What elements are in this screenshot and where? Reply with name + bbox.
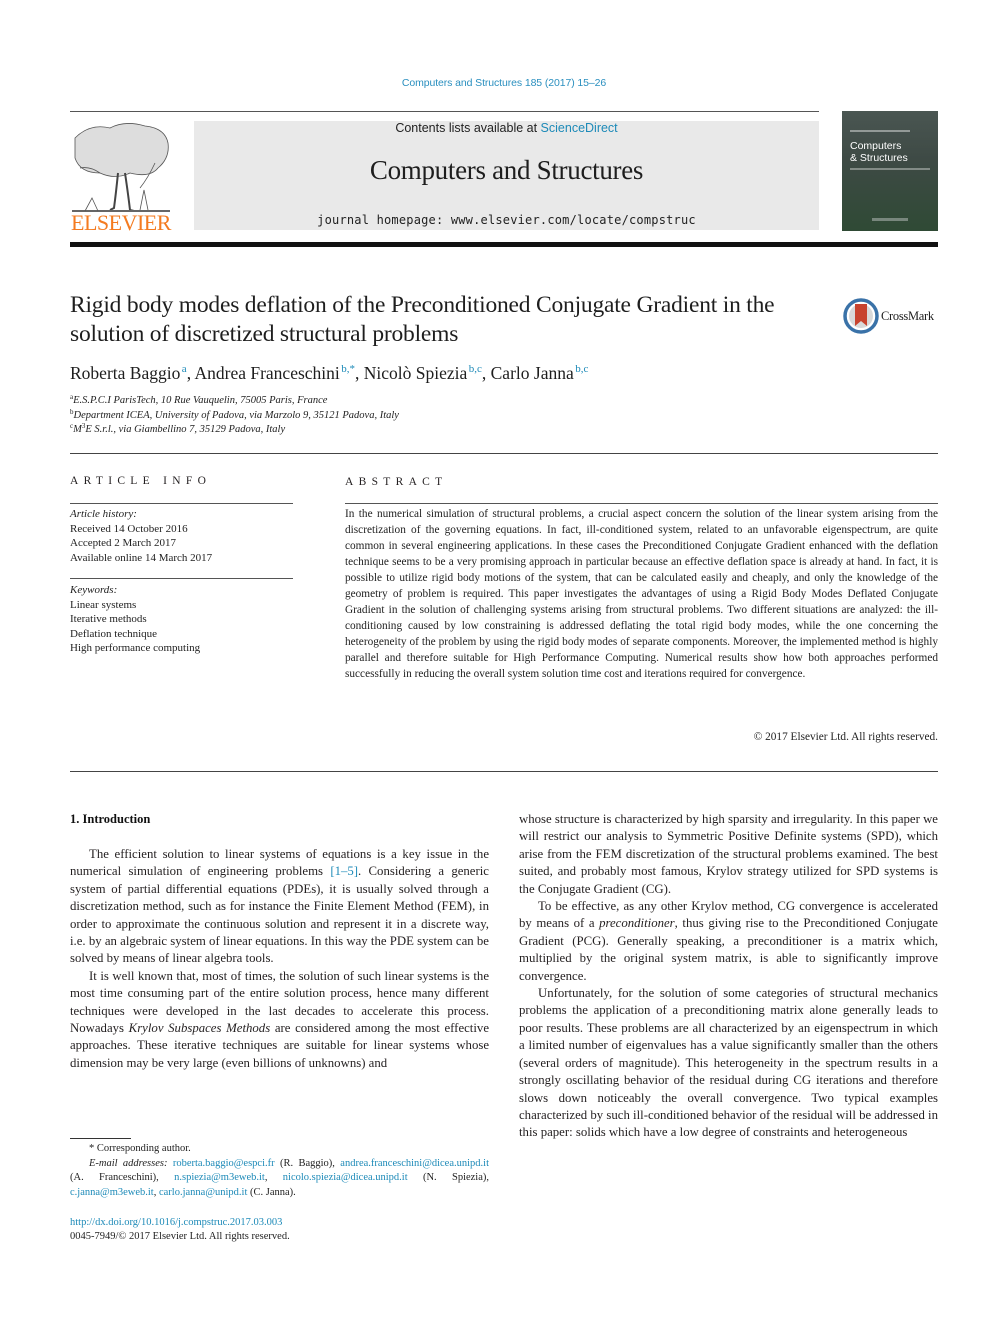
crossmark-label[interactable]: CrossMark [881, 309, 934, 324]
keywords-label: Keywords: [70, 584, 118, 596]
email-link[interactable]: c.janna@m3eweb.it [70, 1187, 154, 1198]
paragraph: The efficient solution to linear systems… [70, 846, 489, 968]
contents-prefix: Contents lists available at [395, 121, 541, 135]
email-addresses: E-mail addresses: roberta.baggio@espci.f… [70, 1157, 489, 1201]
history-online: Available online 14 March 2017 [70, 551, 213, 564]
doi-link[interactable]: http://dx.doi.org/10.1016/j.compstruc.20… [70, 1217, 282, 1228]
section-heading: 1. Introduction [70, 812, 151, 826]
body-column-left: The efficient solution to linear systems… [70, 846, 489, 1072]
divider [70, 771, 938, 772]
body-column-right: whose structure is characterized by high… [519, 811, 938, 1142]
divider [70, 503, 293, 504]
article-title: Rigid body modes deflation of the Precon… [70, 292, 775, 347]
affiliation-text: E.S.P.C.I ParisTech, 10 Rue Vauquelin, 7… [73, 395, 328, 406]
email-link[interactable]: nicolo.spiezia@dicea.unipd.it [283, 1172, 408, 1183]
author-name[interactable]: Andrea Franceschini [194, 363, 339, 383]
header-thick-divider [70, 242, 938, 247]
email-label: E-mail addresses: [89, 1157, 168, 1169]
header-divider [70, 111, 819, 112]
emphasis: preconditioner [599, 916, 675, 931]
cover-title-line1: Computers [850, 140, 902, 152]
article-info-heading: ARTICLE INFO [70, 475, 212, 487]
journal-name: Computers and Structures [369, 155, 644, 185]
cover-decoration [872, 218, 908, 221]
affiliation-b: bDepartment ICEA, University of Padova, … [70, 409, 399, 422]
paragraph: To be effective, as any other Krylov met… [519, 898, 938, 985]
author-list: Roberta Baggio a, Andrea Franceschini b,… [70, 363, 589, 383]
abstract-text: In the numerical simulation of structura… [345, 508, 938, 680]
divider [345, 503, 938, 504]
affiliation-a: aE.S.P.C.I ParisTech, 10 Rue Vauquelin, … [70, 394, 328, 407]
journal-cover-image[interactable] [842, 111, 938, 231]
paragraph: Unfortunately, for the solution of some … [519, 986, 938, 1140]
paragraph: whose structure is characterized by high… [519, 812, 938, 896]
author-affil-marker[interactable]: b,c [575, 363, 588, 375]
cover-decoration [850, 130, 910, 132]
abstract-heading: ABSTRACT [345, 476, 448, 488]
author-affil-marker[interactable]: a [182, 363, 187, 375]
abstract-copyright: © 2017 Elsevier Ltd. All rights reserved… [753, 731, 938, 743]
email-owner: (A. Franceschini), [70, 1172, 175, 1183]
paragraph: It is well known that, most of times, th… [70, 968, 489, 1072]
publisher-logo: ELSEVIER [71, 210, 171, 235]
cover-title: Computers & Structures [850, 140, 936, 164]
citation-link[interactable]: [1–5] [330, 864, 358, 878]
email-owner: , [264, 1172, 283, 1183]
email-owner: (N. Spiezia), [407, 1172, 490, 1183]
author-name[interactable]: Carlo Janna [491, 363, 574, 383]
keywords: Keywords: Linear systems Iterative metho… [70, 583, 295, 656]
history-label: Article history: [70, 508, 137, 520]
author-name[interactable]: Roberta Baggio [70, 363, 180, 383]
cover-decoration [850, 168, 930, 170]
keyword: Linear systems [70, 598, 137, 611]
issn-copyright: 0045-7949/© 2017 Elsevier Ltd. All right… [70, 1231, 290, 1242]
cover-title-line2: & Structures [850, 152, 908, 164]
journal-citation-link[interactable]: Computers and Structures 185 (2017) 15–2… [0, 77, 992, 89]
history-accepted: Accepted 2 March 2017 [70, 537, 176, 549]
crossmark-icon[interactable] [843, 298, 879, 334]
affiliation-text: E S.r.l., via Giambellino 7, 35129 Padov… [85, 424, 286, 435]
sciencedirect-link[interactable]: ScienceDirect [541, 121, 618, 135]
email-owner: (C. Janna). [247, 1186, 296, 1198]
contents-line: Contents lists available at ScienceDirec… [194, 121, 819, 135]
corresponding-author-note: * Corresponding author. [89, 1143, 191, 1154]
keyword: High performance computing [70, 642, 201, 654]
email-link[interactable]: n.spiezia@m3eweb.it [174, 1172, 265, 1183]
divider [70, 453, 938, 454]
email-link[interactable]: andrea.franceschini@dicea.unipd.it [340, 1158, 489, 1169]
article-history: Article history: Received 14 October 201… [70, 507, 295, 565]
keyword: Iterative methods [70, 613, 147, 625]
keyword: Deflation technique [70, 627, 158, 640]
author-name[interactable]: Nicolò Spiezia [364, 363, 468, 383]
emphasis: Krylov Subspaces Methods [128, 1021, 271, 1036]
journal-homepage[interactable]: journal homepage: www.elsevier.com/locat… [194, 213, 819, 227]
affiliation-text: M [73, 424, 82, 435]
divider [70, 578, 293, 579]
email-owner: (R. Baggio), [274, 1157, 341, 1169]
author-affil-marker[interactable]: b,* [341, 363, 355, 375]
affiliation-c: cM3E S.r.l., via Giambellino 7, 35129 Pa… [70, 423, 286, 436]
footnote-divider [70, 1138, 131, 1139]
email-link[interactable]: roberta.baggio@espci.fr [173, 1158, 275, 1169]
affiliation-text: Department ICEA, University of Padova, v… [73, 410, 399, 421]
footnotes: * Corresponding author. E-mail addresses… [70, 1142, 489, 1200]
paragraph-text: . Considering a generic system of partia… [70, 864, 489, 966]
history-received: Received 14 October 2016 [70, 522, 188, 535]
author-affil-marker[interactable]: b,c [469, 363, 482, 375]
email-link[interactable]: carlo.janna@unipd.it [159, 1187, 247, 1198]
